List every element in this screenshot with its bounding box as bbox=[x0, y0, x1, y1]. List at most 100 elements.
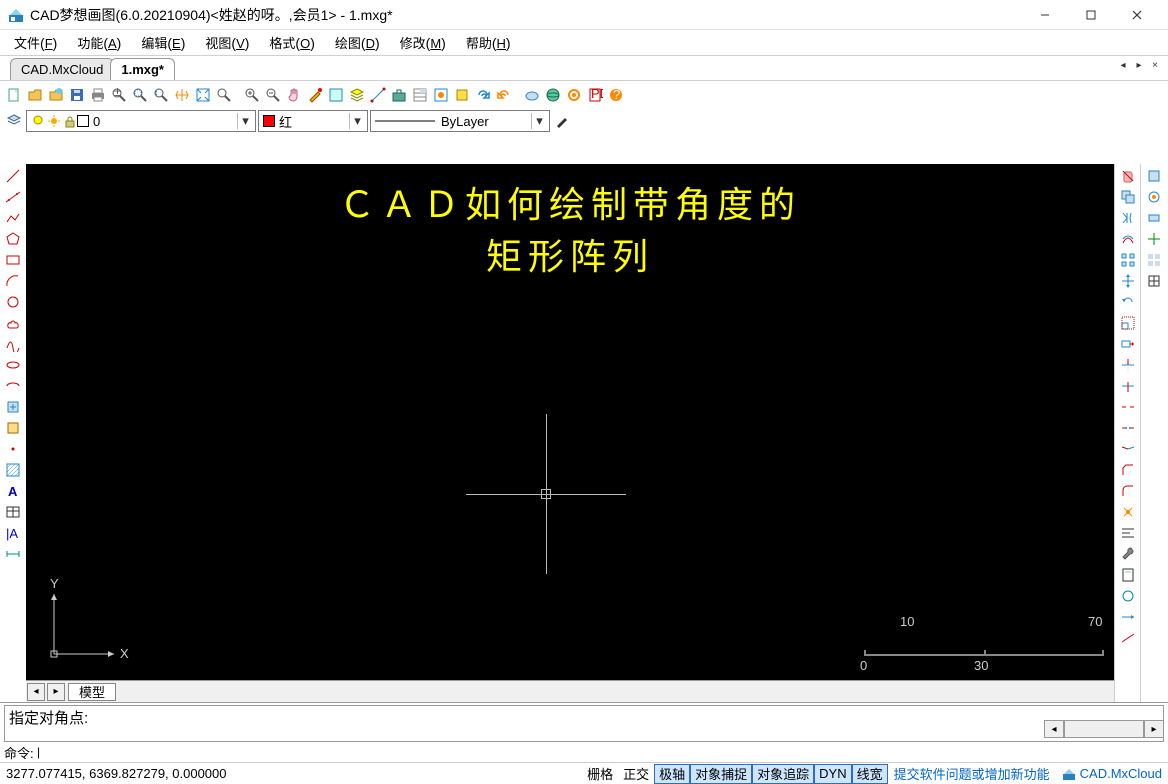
tab-cloud[interactable]: CAD.MxCloud bbox=[10, 58, 114, 80]
command-input[interactable] bbox=[37, 745, 1164, 759]
cloud-status[interactable]: CAD.MxCloud bbox=[1056, 766, 1168, 781]
horizontal-scrollbar[interactable]: ◂ ▸ bbox=[1044, 720, 1164, 738]
model-tab[interactable]: 模型 bbox=[68, 683, 116, 701]
menu-format[interactable]: 格式(O) bbox=[259, 30, 324, 55]
calc-tool-icon[interactable] bbox=[1118, 565, 1138, 585]
ellipse-tool-icon[interactable] bbox=[2, 355, 24, 375]
save-icon[interactable] bbox=[67, 85, 87, 105]
make-block-icon[interactable] bbox=[2, 418, 24, 438]
menu-help[interactable]: 帮助(H) bbox=[456, 30, 521, 55]
toolbox-icon[interactable] bbox=[389, 85, 409, 105]
open-icon[interactable] bbox=[25, 85, 45, 105]
lengthen-tool-icon[interactable] bbox=[1118, 607, 1138, 627]
scale-tool-icon[interactable] bbox=[1118, 313, 1138, 333]
help-icon[interactable]: ? bbox=[606, 85, 626, 105]
pan-icon[interactable] bbox=[172, 85, 192, 105]
submit-feedback-link[interactable]: 提交软件问题或增加新功能 bbox=[888, 764, 1056, 783]
hatch-tool-icon[interactable] bbox=[2, 460, 24, 480]
menu-modify[interactable]: 修改(M) bbox=[390, 30, 456, 55]
point-tool-icon[interactable] bbox=[2, 439, 24, 459]
chevron-down-icon[interactable]: ▾ bbox=[531, 113, 547, 129]
align-tool-icon[interactable] bbox=[1118, 523, 1138, 543]
color-combo[interactable]: 红 ▾ bbox=[258, 110, 368, 132]
offset-tool-icon[interactable] bbox=[1118, 229, 1138, 249]
line-tool-icon[interactable] bbox=[2, 166, 24, 186]
revcloud-tool-icon[interactable] bbox=[2, 313, 24, 333]
grid-toggle[interactable]: 栅格 bbox=[582, 764, 618, 784]
copy-tool-icon[interactable] bbox=[1118, 187, 1138, 207]
misc-tool-icon[interactable] bbox=[1118, 586, 1138, 606]
settings-icon[interactable] bbox=[564, 85, 584, 105]
extend-tool-icon[interactable] bbox=[1118, 376, 1138, 396]
explode-tool-icon[interactable] bbox=[1118, 502, 1138, 522]
polygon-tool-icon[interactable] bbox=[2, 229, 24, 249]
tab-close-icon[interactable]: × bbox=[1148, 58, 1162, 72]
layer-icon[interactable] bbox=[347, 85, 367, 105]
circle-tool-icon[interactable] bbox=[2, 292, 24, 312]
scroll-left-icon[interactable]: ◂ bbox=[1044, 720, 1064, 738]
open-cloud-icon[interactable] bbox=[46, 85, 66, 105]
pdf-icon[interactable]: PDF bbox=[585, 85, 605, 105]
chamfer-tool-icon[interactable] bbox=[1118, 460, 1138, 480]
zoom-window-icon[interactable] bbox=[130, 85, 150, 105]
ortho-toggle[interactable]: 正交 bbox=[618, 764, 654, 784]
break2-tool-icon[interactable] bbox=[1118, 418, 1138, 438]
fillet-tool-icon[interactable] bbox=[1118, 481, 1138, 501]
zoom-prev-icon[interactable] bbox=[151, 85, 171, 105]
linetype-combo[interactable]: ByLayer ▾ bbox=[370, 110, 550, 132]
menu-edit[interactable]: 编辑(E) bbox=[131, 30, 195, 55]
move-tool-icon[interactable] bbox=[1118, 271, 1138, 291]
zoom-out-icon[interactable] bbox=[263, 85, 283, 105]
polar-toggle[interactable]: 极轴 bbox=[654, 764, 690, 784]
break-tool-icon[interactable] bbox=[1118, 397, 1138, 417]
aux4-icon[interactable] bbox=[1144, 229, 1164, 249]
scroll-right-icon[interactable]: ▸ bbox=[1144, 720, 1164, 738]
zoom-in-icon[interactable] bbox=[242, 85, 262, 105]
globe-icon[interactable] bbox=[543, 85, 563, 105]
tool1-icon[interactable] bbox=[431, 85, 451, 105]
menu-view[interactable]: 视图(V) bbox=[195, 30, 259, 55]
stretch-tool-icon[interactable] bbox=[1118, 334, 1138, 354]
zoom-real-icon[interactable]: ± bbox=[109, 85, 129, 105]
tab-next-icon[interactable]: ▸ bbox=[1132, 58, 1146, 72]
dyn-toggle[interactable]: DYN bbox=[814, 764, 851, 784]
dimension-tool-icon[interactable] bbox=[2, 544, 24, 564]
tab-prev-icon[interactable]: ◂ bbox=[1116, 58, 1130, 72]
new-icon[interactable] bbox=[4, 85, 24, 105]
menu-feature[interactable]: 功能(A) bbox=[67, 30, 131, 55]
ellipse-arc-tool-icon[interactable] bbox=[2, 376, 24, 396]
insert-block-icon[interactable] bbox=[2, 397, 24, 417]
misc2-tool-icon[interactable] bbox=[1118, 628, 1138, 648]
zoom-all-icon[interactable] bbox=[214, 85, 234, 105]
redo-icon[interactable] bbox=[473, 85, 493, 105]
measure-dist-icon[interactable] bbox=[368, 85, 388, 105]
command-history[interactable]: 指定对角点: bbox=[4, 705, 1164, 742]
drawing-canvas[interactable]: ＣＡＤ如何绘制带角度的 矩形阵列 X Y 10 70 bbox=[26, 164, 1114, 680]
model-next-icon[interactable]: ▸ bbox=[47, 683, 65, 701]
zoom-extents-icon[interactable] bbox=[193, 85, 213, 105]
cloud-save-icon[interactable] bbox=[522, 85, 542, 105]
chevron-down-icon[interactable]: ▾ bbox=[349, 113, 365, 129]
menu-draw[interactable]: 绘图(D) bbox=[325, 30, 390, 55]
aux1-icon[interactable] bbox=[1144, 166, 1164, 186]
otrack-toggle[interactable]: 对象追踪 bbox=[752, 764, 814, 784]
region-icon[interactable] bbox=[326, 85, 346, 105]
lwt-toggle[interactable]: 线宽 bbox=[852, 764, 888, 784]
close-button[interactable] bbox=[1114, 0, 1160, 30]
wrench-tool-icon[interactable] bbox=[1118, 544, 1138, 564]
aux2-icon[interactable] bbox=[1144, 187, 1164, 207]
text-tool-icon[interactable]: A bbox=[2, 481, 24, 501]
trim-tool-icon[interactable] bbox=[1118, 355, 1138, 375]
array-tool-icon[interactable] bbox=[1118, 250, 1138, 270]
chevron-down-icon[interactable]: ▾ bbox=[237, 113, 253, 129]
aux5-icon[interactable] bbox=[1144, 250, 1164, 270]
arc-tool-icon[interactable] bbox=[2, 271, 24, 291]
table-tool-icon[interactable] bbox=[2, 502, 24, 522]
undo-icon[interactable] bbox=[494, 85, 514, 105]
menu-file[interactable]: 文件(F) bbox=[4, 30, 67, 55]
pan-hand-icon[interactable] bbox=[284, 85, 304, 105]
join-tool-icon[interactable] bbox=[1118, 439, 1138, 459]
brush-tool-icon[interactable] bbox=[552, 111, 572, 131]
tab-file[interactable]: 1.mxg* bbox=[110, 58, 175, 80]
rotate-tool-icon[interactable] bbox=[1118, 292, 1138, 312]
